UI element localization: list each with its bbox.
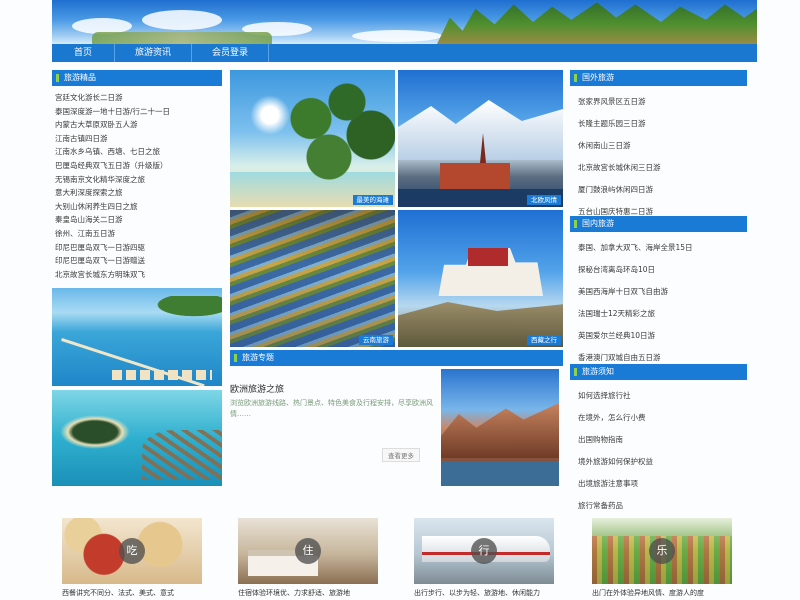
list-item[interactable]: 意大利深度探索之旅 <box>55 186 170 200</box>
nav-home[interactable]: 首页 <box>52 44 116 62</box>
list-item[interactable]: 张家界风景区五日游 <box>578 91 661 113</box>
travel-badge: 行 <box>471 538 497 564</box>
list-item[interactable]: 在境外，怎么行小费 <box>578 407 653 429</box>
list-item[interactable]: 境外旅游如何保护权益 <box>578 451 653 473</box>
list-item[interactable]: 江南水乡乌镇、西塘、七日之旅 <box>55 145 170 159</box>
maldives-image[interactable] <box>52 390 222 486</box>
list-item[interactable]: 休闲南山三日游 <box>578 135 661 157</box>
tile-label: 西藏之行 <box>527 335 561 345</box>
pier-island-image[interactable] <box>52 288 222 386</box>
eat-badge: 吃 <box>119 538 145 564</box>
tile-label: 云南旅游 <box>359 335 393 345</box>
right-section-title-3: 旅游须知 <box>570 364 747 380</box>
main-nav: 首页 旅游资讯 会员登录 <box>52 44 757 62</box>
list-item[interactable]: 江南古镇四日游 <box>55 132 170 146</box>
nav-member-login[interactable]: 会员登录 <box>192 44 270 62</box>
nav-travel-news[interactable]: 旅游资讯 <box>115 44 193 62</box>
list-item[interactable]: 泰国、加拿大双飞、海岸全景15日 <box>578 237 693 259</box>
travel-tips-list: 如何选择旅行社 在境外，怎么行小费 出国购物指南 境外旅游如何保护权益 出境旅游… <box>578 385 653 517</box>
list-item[interactable]: 印尼巴厘岛双飞一日游四驱 <box>55 241 170 255</box>
list-item[interactable]: 大别山休闲养生四日之旅 <box>55 200 170 214</box>
list-item[interactable]: 法国瑞士12天精彩之旅 <box>578 303 693 325</box>
canyon-image[interactable] <box>441 369 559 486</box>
list-item[interactable]: 无锡南京文化精华深度之旅 <box>55 173 170 187</box>
list-item[interactable]: 出国购物指南 <box>578 429 653 451</box>
list-item[interactable]: 探秘台湾离岛环岛10日 <box>578 259 693 281</box>
right-section-title-1: 国外旅游 <box>570 70 747 86</box>
stay-image[interactable]: 住 <box>238 518 378 584</box>
northern-europe-image[interactable]: 北欧风情 <box>398 70 563 207</box>
fun-caption: 出门在外体验异地风情、度游人的度 <box>592 589 704 597</box>
list-item[interactable]: 巴厘岛经典双飞五日游（升级版） <box>55 159 170 173</box>
tile-label: 最美的海滩 <box>352 195 393 205</box>
list-item[interactable]: 旅行常备药品 <box>578 495 653 517</box>
left-tour-list: 宫廷文化游长二日游 泰国深度游一地十日游/行二十一日 内蒙古大草原双卧五人游 江… <box>55 91 170 281</box>
list-item[interactable]: 厦门鼓浪屿休闲四日游 <box>578 179 661 201</box>
domestic-tour-list: 泰国、加拿大双飞、海岸全景15日 探秘台湾离岛环岛10日 美国西海岸十日双飞自由… <box>578 237 693 369</box>
list-item[interactable]: 出境旅游注意事项 <box>578 473 653 495</box>
fun-badge: 乐 <box>649 538 675 564</box>
feature-description: 浏览欧洲旅游线路、热门景点、特色美食及行程安排，尽享欧洲风情…… <box>230 399 433 418</box>
list-item[interactable]: 北京故宫长城休闲三日游 <box>578 157 661 179</box>
stay-caption: 住宿体验环境优、力求舒适、旅游地 <box>238 589 350 597</box>
list-item[interactable]: 泰国深度游一地十日游/行二十一日 <box>55 105 170 119</box>
list-item[interactable]: 内蒙古大草原双卧五人游 <box>55 118 170 132</box>
list-item[interactable]: 如何选择旅行社 <box>578 385 653 407</box>
eat-caption: 西餐讲究不同分、法式、美式、意式 <box>62 589 174 597</box>
beach-image[interactable]: 最美的海滩 <box>230 70 395 207</box>
fun-image[interactable]: 乐 <box>592 518 732 584</box>
list-item[interactable]: 宫廷文化游长二日游 <box>55 91 170 105</box>
travel-image[interactable]: 行 <box>414 518 554 584</box>
list-item[interactable]: 长隆主题乐园三日游 <box>578 113 661 135</box>
list-item[interactable]: 英国爱尔兰经典10日游 <box>578 325 693 347</box>
right-section-title-2: 国内旅游 <box>570 216 747 232</box>
list-item[interactable]: 秦皇岛山海关二日游 <box>55 213 170 227</box>
travel-caption: 出行步行、以步为轻、旅游地、休闲能力 <box>414 589 540 597</box>
feature-title[interactable]: 欧洲旅游之旅 <box>230 382 284 395</box>
eat-image[interactable]: 吃 <box>62 518 202 584</box>
list-item[interactable]: 北京故宫长城东方明珠双飞 <box>55 268 170 282</box>
tibet-image[interactable]: 西藏之行 <box>398 210 563 347</box>
yunnan-terrace-image[interactable]: 云南旅游 <box>230 210 395 347</box>
feature-section-title: 旅游专题 <box>230 350 563 366</box>
list-item[interactable]: 美国西海岸十日双飞自由游 <box>578 281 693 303</box>
tile-label: 北欧风情 <box>527 195 561 205</box>
more-button[interactable]: 查看更多 <box>382 448 420 462</box>
list-item[interactable]: 印尼巴厘岛双飞一日游赠送 <box>55 254 170 268</box>
left-section-title: 旅游精品 <box>52 70 222 86</box>
abroad-tour-list: 张家界风景区五日游 长隆主题乐园三日游 休闲南山三日游 北京故宫长城休闲三日游 … <box>578 91 661 223</box>
header-banner <box>52 0 757 44</box>
stay-badge: 住 <box>295 538 321 564</box>
list-item[interactable]: 徐州、江南五日游 <box>55 227 170 241</box>
